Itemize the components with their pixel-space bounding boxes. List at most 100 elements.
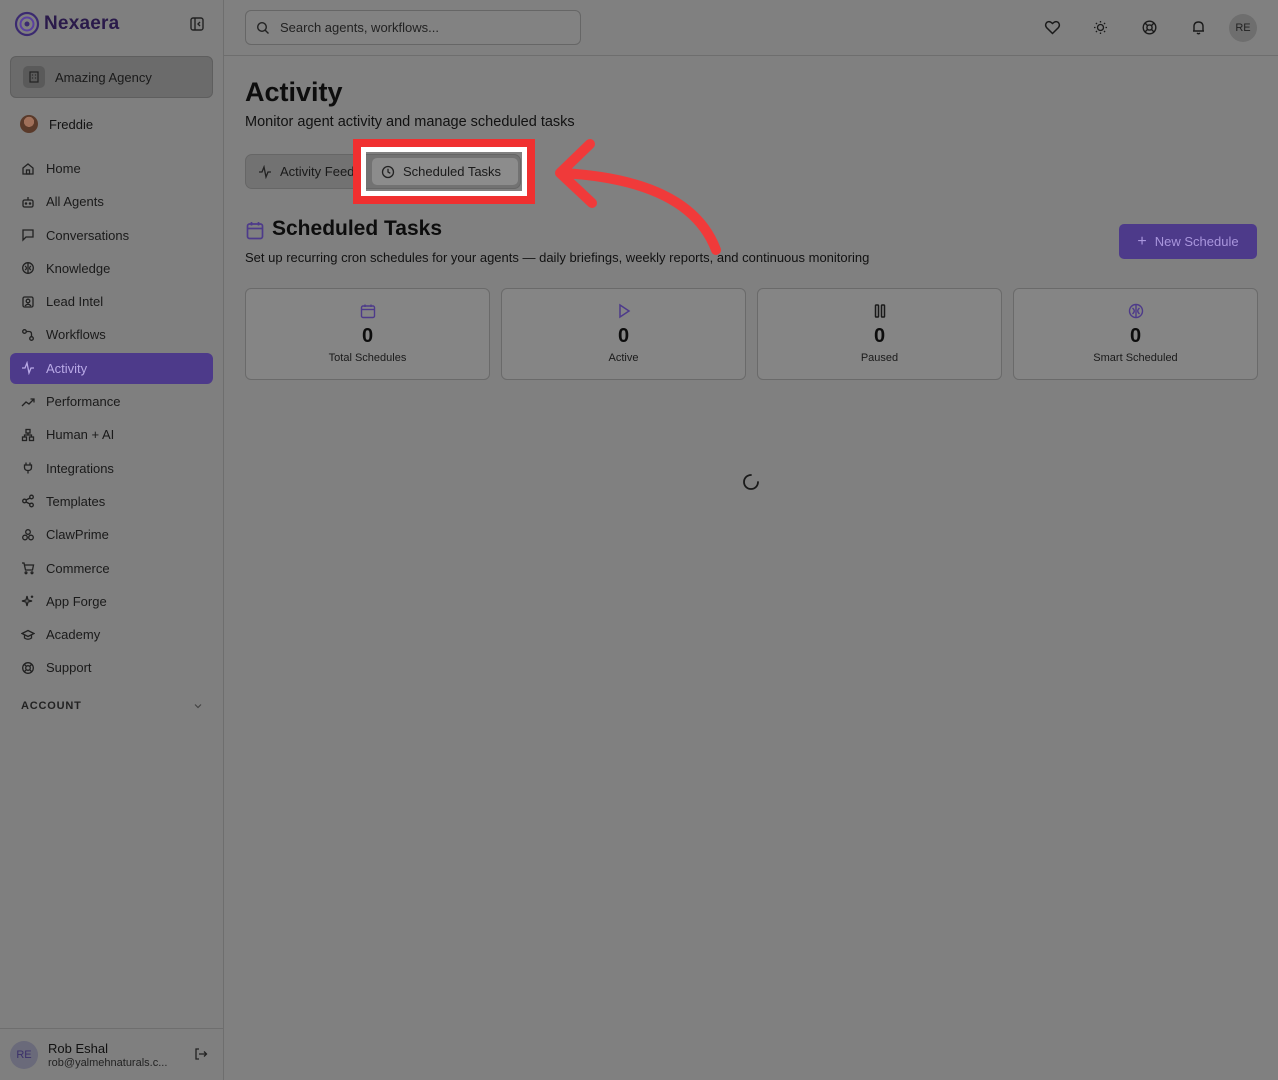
stat-card-smart-scheduled: 0 Smart Scheduled (1013, 288, 1258, 380)
sidebar-item-home[interactable]: Home (10, 153, 213, 184)
chat-icon (22, 229, 34, 242)
stat-value: 0 (617, 325, 630, 347)
sidebar-item-label: Workflows (46, 327, 106, 343)
logo-icon (14, 11, 40, 37)
footer-user: RE Rob Eshal rob@yalmehnaturals.c... (0, 1028, 224, 1080)
stat-label: Smart Scheduled (1093, 352, 1178, 364)
section-subtitle: Set up recurring cron schedules for your… (245, 250, 870, 265)
brain-icon (1128, 303, 1144, 319)
footer-user-email: rob@yalmehnaturals.c... (48, 1056, 168, 1069)
stat-value: 0 (1129, 325, 1142, 347)
sidebar-item-label: Commerce (46, 560, 110, 576)
current-user[interactable]: Freddie (20, 113, 93, 135)
topbar: RE (224, 0, 1278, 56)
sun-icon[interactable] (1092, 19, 1109, 36)
heart-icon[interactable] (1044, 19, 1061, 36)
sidebar-item-activity[interactable]: Activity (10, 352, 213, 384)
sidebar-collapse-icon[interactable] (189, 16, 205, 32)
sidebar-item-templates[interactable]: Templates (10, 486, 213, 517)
avatar[interactable]: RE (1229, 14, 1257, 42)
tab-activity-feed[interactable]: Activity Feed (258, 158, 362, 185)
sidebar-item-support[interactable]: Support (10, 652, 213, 683)
sidebar-item-label: Performance (46, 394, 121, 410)
account-section-toggle[interactable]: ACCOUNT (21, 700, 203, 712)
sidebar-item-label: Academy (46, 627, 101, 643)
sidebar-item-label: Conversations (46, 227, 130, 243)
sidebar-item-workflows[interactable]: Workflows (10, 319, 213, 350)
activity-icon (22, 361, 34, 376)
workflow-icon (22, 329, 34, 341)
stat-card-active: 0 Active (501, 288, 746, 380)
annotation-arrow-icon (555, 139, 721, 255)
sidebar-item-commerce[interactable]: Commerce (10, 553, 213, 584)
network-icon (21, 428, 35, 442)
sidebar-item-label: Support (46, 660, 92, 676)
cluster-icon (22, 528, 34, 541)
logo-text: Nexaera (44, 13, 120, 34)
agency-name: Amazing Agency (55, 69, 152, 85)
sidebar-item-lead-intel[interactable]: Lead Intel (10, 286, 213, 317)
sidebar: Nexaera Amazing Agency Freddie Home All … (0, 0, 224, 1080)
sidebar-item-knowledge[interactable]: Knowledge (10, 253, 213, 284)
search-box[interactable] (245, 10, 581, 45)
activity-icon (259, 164, 271, 179)
lifebuoy-icon (22, 662, 34, 674)
building-icon (23, 66, 45, 88)
cart-icon (22, 562, 35, 575)
sidebar-item-academy[interactable]: Academy (10, 619, 213, 650)
plug-icon (23, 462, 33, 474)
logo[interactable]: Nexaera (14, 10, 214, 38)
graduation-icon (21, 629, 35, 640)
new-schedule-button[interactable]: + New Schedule (1119, 224, 1257, 259)
footer-user-name: Rob Eshal (48, 1040, 108, 1056)
sidebar-nav: Home All Agents Conversations Knowledge … (10, 153, 213, 686)
lifebuoy-icon[interactable] (1141, 19, 1158, 36)
section-title: Scheduled Tasks (272, 217, 443, 240)
sidebar-item-app-forge[interactable]: App Forge (10, 586, 213, 617)
calendar-icon (246, 222, 264, 240)
search-input[interactable] (280, 20, 570, 35)
sidebar-item-clawprime[interactable]: ClawPrime (10, 519, 213, 550)
stat-label: Active (608, 352, 639, 364)
home-icon (22, 162, 34, 175)
page-title: Activity (245, 77, 343, 107)
bot-icon (22, 196, 34, 208)
share-icon (22, 495, 34, 508)
account-label: ACCOUNT (21, 700, 82, 712)
trend-icon (21, 397, 35, 407)
stat-label: Total Schedules (328, 352, 407, 364)
stat-value: 0 (361, 325, 374, 347)
sidebar-item-label: Human + AI (46, 427, 115, 443)
logout-icon[interactable] (194, 1047, 208, 1061)
sidebar-item-label: All Agents (46, 194, 104, 210)
sidebar-item-label: Activity (46, 360, 88, 376)
contact-icon (22, 296, 34, 308)
loading-spinner-icon (743, 474, 759, 490)
plus-icon: + (1137, 232, 1147, 250)
stat-value: 0 (873, 325, 886, 347)
chevron-down-icon (194, 704, 202, 709)
sidebar-item-label: Knowledge (46, 260, 111, 276)
avatar[interactable]: RE (10, 1040, 38, 1069)
user-name: Freddie (49, 116, 94, 132)
avatar (20, 115, 38, 133)
stat-label: Paused (860, 352, 899, 364)
pause-icon (874, 304, 886, 318)
agency-switcher[interactable]: Amazing Agency (10, 56, 213, 98)
bell-icon[interactable] (1190, 19, 1207, 36)
stat-card-paused: 0 Paused (757, 288, 1002, 380)
sparkle-icon (21, 595, 34, 607)
sidebar-item-label: ClawPrime (46, 527, 109, 543)
sidebar-item-integrations[interactable]: Integrations (10, 453, 213, 484)
sidebar-item-label: Lead Intel (46, 294, 104, 310)
stat-card-total-schedules: 0 Total Schedules (245, 288, 490, 380)
sidebar-item-performance[interactable]: Performance (10, 386, 213, 417)
sidebar-item-label: Home (46, 161, 81, 176)
search-icon (256, 21, 269, 34)
annotation-highlight-inner (361, 147, 527, 196)
sidebar-item-label: Templates (46, 493, 106, 509)
sidebar-item-conversations[interactable]: Conversations (10, 220, 213, 251)
sidebar-item-all-agents[interactable]: All Agents (10, 186, 213, 217)
sidebar-item-human-ai[interactable]: Human + AI (10, 419, 213, 450)
sidebar-item-label: Integrations (46, 460, 114, 476)
